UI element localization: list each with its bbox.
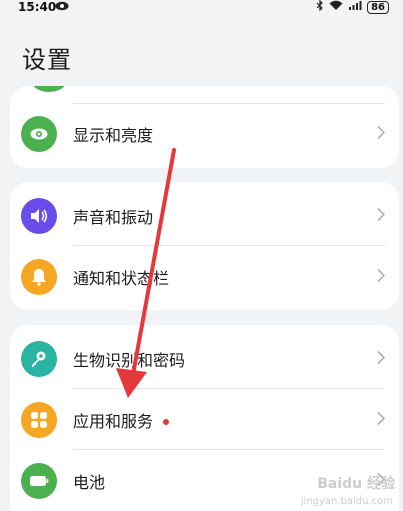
settings-item-label: 通知和状态栏: [73, 268, 170, 288]
status-bar: 15:40 86: [0, 0, 403, 16]
status-time: 15:40: [18, 0, 57, 14]
settings-item-apps[interactable]: 应用和服务: [10, 389, 399, 450]
battery-indicator: 86: [367, 0, 389, 14]
settings-item-label: 电池: [73, 472, 106, 492]
settings-item-label: 声音和振动: [73, 207, 154, 227]
notification-dot: [163, 419, 170, 425]
apps-icon: [21, 401, 57, 438]
watermark-logo: Baidu 经验: [317, 476, 395, 492]
wifi-icon: [329, 0, 343, 14]
bell-icon: [21, 258, 57, 295]
chevron-right-icon: [377, 206, 386, 225]
chevron-right-icon: [377, 410, 386, 429]
settings-item-label: 生物识别和密码: [73, 350, 186, 370]
settings-card-sound: 声音和振动 通知和状态栏: [10, 182, 399, 310]
battery-icon: [21, 462, 57, 499]
speaker-icon: [21, 197, 57, 234]
settings-item-biometrics[interactable]: 生物识别和密码: [10, 328, 399, 389]
chevron-right-icon: [377, 349, 386, 368]
key-icon: [21, 340, 57, 377]
settings-item-label: 显示和亮度: [73, 125, 154, 145]
chevron-right-icon: [377, 267, 386, 286]
settings-item-label: 应用和服务: [73, 408, 170, 432]
watermark-url: jingyan.baidu.com: [300, 496, 393, 507]
settings-item-label-text: 应用和服务: [73, 411, 154, 431]
eye-icon: [21, 115, 57, 152]
scrolled-item-icon: [31, 86, 67, 92]
signal-icon: [348, 0, 362, 14]
settings-item-notifications[interactable]: 通知和状态栏: [10, 246, 399, 307]
settings-item-display[interactable]: 显示和亮度: [10, 103, 399, 164]
chevron-right-icon: [377, 124, 386, 143]
settings-card-display: 显示和亮度: [10, 86, 399, 168]
bluetooth-icon: [316, 0, 324, 14]
settings-item-sound[interactable]: 声音和振动: [10, 185, 399, 246]
eye-comfort-icon: [55, 0, 69, 14]
page-title: 设置: [22, 46, 72, 74]
